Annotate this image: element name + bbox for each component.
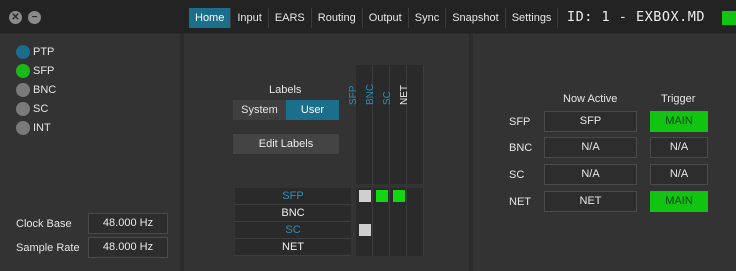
clock-base-label: Clock Base xyxy=(16,218,72,230)
matrix-cell-indicator-icon xyxy=(376,190,388,202)
trigger-button[interactable]: N/A xyxy=(650,164,708,185)
label-mode-user[interactable]: User xyxy=(286,100,339,120)
matrix-cell[interactable] xyxy=(407,239,424,256)
clock-base-value: 48.000 Hz xyxy=(88,213,168,234)
matrix-cell[interactable] xyxy=(356,239,373,256)
label-mode-system[interactable]: System xyxy=(233,100,286,120)
tab-home[interactable]: Home xyxy=(189,8,232,28)
tab-output[interactable]: Output xyxy=(363,8,409,28)
clock-source-int[interactable]: INT xyxy=(16,121,51,135)
matrix-row-sc: SC xyxy=(235,222,351,239)
matrix-cell[interactable] xyxy=(390,188,407,205)
now-active-value: SFP xyxy=(544,111,637,132)
label-mode-toggle: System User xyxy=(233,100,339,120)
labels-title: Labels xyxy=(269,84,302,96)
matrix-cell[interactable] xyxy=(356,205,373,222)
tab-ears[interactable]: EARS xyxy=(269,8,312,28)
matrix-col-bnc: BNC xyxy=(365,65,390,184)
matrix-row-sfp: SFP xyxy=(235,188,351,205)
matrix-row-net: NET xyxy=(235,239,351,256)
matrix-cell[interactable] xyxy=(373,188,390,205)
matrix-col-net: NET xyxy=(399,65,424,184)
clock-source-label: INT xyxy=(33,122,51,134)
now-active-header: Now Active xyxy=(563,93,618,105)
tab-input[interactable]: Input xyxy=(231,8,269,28)
sync-row-label: SC xyxy=(509,169,525,181)
radio-locked-icon xyxy=(16,64,30,78)
priority-matrix-grid xyxy=(356,188,424,256)
now-active-value: N/A xyxy=(544,137,637,158)
radio-off-icon xyxy=(16,121,30,135)
close-window-icon[interactable]: ✕ xyxy=(9,11,22,24)
matrix-cell-indicator-icon xyxy=(359,190,371,202)
tab-routing[interactable]: Routing xyxy=(312,8,363,28)
tab-snapshot[interactable]: Snapshot xyxy=(446,8,506,28)
tab-settings[interactable]: Settings xyxy=(506,8,559,28)
sync-row-label: BNC xyxy=(509,142,533,154)
clock-source-label: SFP xyxy=(33,65,55,77)
matrix-column-headers: SFP BNC SC NET xyxy=(348,65,424,184)
matrix-cell[interactable] xyxy=(407,205,424,222)
trigger-button[interactable]: N/A xyxy=(650,137,708,158)
clock-source-label: BNC xyxy=(33,84,57,96)
matrix-cell[interactable] xyxy=(390,222,407,239)
matrix-cell[interactable] xyxy=(356,188,373,205)
matrix-cell-indicator-icon xyxy=(359,224,371,236)
matrix-cell[interactable] xyxy=(407,222,424,239)
matrix-row-headers: SFP BNC SC NET xyxy=(235,188,351,256)
clock-source-sfp[interactable]: SFP xyxy=(16,64,54,78)
clock-source-ptp[interactable]: PTP xyxy=(16,45,54,59)
matrix-row-bnc: BNC xyxy=(235,205,351,222)
matrix-cell[interactable] xyxy=(373,239,390,256)
sample-rate-label: Sample Rate xyxy=(16,242,80,254)
title-bar: ✕ − Home Input EARS Routing Output Sync … xyxy=(0,0,736,33)
trigger-button[interactable]: MAIN xyxy=(650,191,708,212)
tab-sync[interactable]: Sync xyxy=(409,8,447,28)
matrix-cell[interactable] xyxy=(356,222,373,239)
radio-off-icon xyxy=(16,102,30,116)
radio-selected-icon xyxy=(16,45,30,59)
sync-row-label: NET xyxy=(509,196,531,208)
radio-off-icon xyxy=(16,83,30,97)
matrix-cell[interactable] xyxy=(373,205,390,222)
matrix-cell[interactable] xyxy=(390,205,407,222)
clock-source-label: PTP xyxy=(33,46,55,58)
trigger-header: Trigger xyxy=(661,93,696,105)
matrix-cell[interactable] xyxy=(390,239,407,256)
main-tabs: Home Input EARS Routing Output Sync Snap… xyxy=(189,8,559,28)
now-active-value: N/A xyxy=(544,164,637,185)
matrix-cell-indicator-icon xyxy=(393,190,405,202)
now-active-value: NET xyxy=(544,191,637,212)
trigger-button[interactable]: MAIN xyxy=(650,111,708,132)
clock-source-bnc[interactable]: BNC xyxy=(16,83,56,97)
sync-row-label: SFP xyxy=(509,116,531,128)
clock-source-label: SC xyxy=(33,103,49,115)
device-id-label: ID: 1 - EXBOX.MD xyxy=(567,9,706,25)
matrix-col-sc: SC xyxy=(382,65,407,184)
matrix-cell[interactable] xyxy=(373,222,390,239)
minimize-window-icon[interactable]: − xyxy=(28,11,41,24)
edit-labels-button[interactable]: Edit Labels xyxy=(233,134,339,154)
clock-source-sc[interactable]: SC xyxy=(16,102,48,116)
sample-rate-value: 48.000 Hz xyxy=(88,237,168,258)
status-led-icon xyxy=(722,11,736,25)
matrix-col-sfp: SFP xyxy=(348,65,373,184)
matrix-cell[interactable] xyxy=(407,188,424,205)
